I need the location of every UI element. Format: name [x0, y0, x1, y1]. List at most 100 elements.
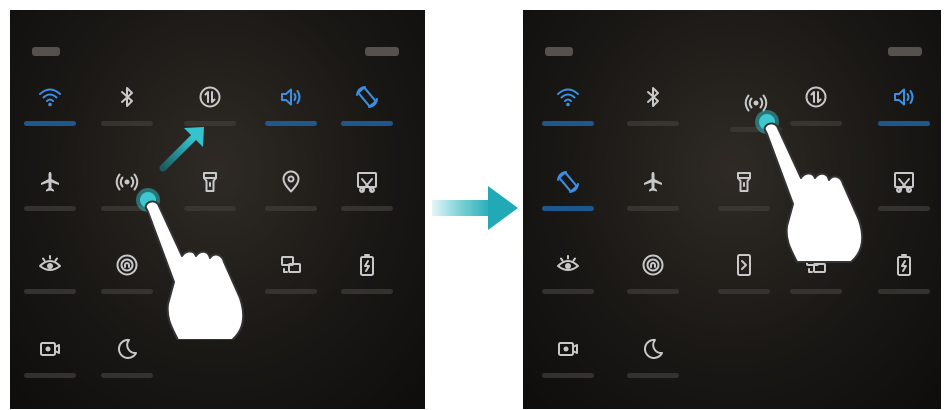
- tile-label-placeholder: [542, 289, 594, 294]
- mobile-data-icon: [198, 85, 222, 109]
- tile-label-placeholder: [24, 121, 76, 126]
- nfc-icon: [641, 253, 665, 277]
- tile-label-placeholder: [542, 121, 594, 126]
- tile-blank[interactable]: [180, 253, 240, 313]
- flashlight-icon: [198, 170, 222, 194]
- power-saving-icon: [892, 253, 916, 277]
- quick-settings-panel-before: [10, 10, 425, 409]
- screenshot-icon: [892, 170, 916, 194]
- tile-label-placeholder: [24, 373, 76, 378]
- tile-label-placeholder: [184, 121, 236, 126]
- screen-projection-icon: [279, 253, 303, 277]
- airplane-icon: [38, 170, 62, 194]
- screen-recorder-icon: [556, 337, 580, 361]
- tile-nfc[interactable]: [623, 253, 683, 313]
- tile-blank[interactable]: [786, 170, 846, 230]
- tile-power-saving[interactable]: [337, 253, 397, 313]
- tile-label-placeholder: [24, 206, 76, 211]
- tile-auto-rotate[interactable]: [337, 85, 397, 145]
- do-not-disturb-icon: [115, 337, 139, 361]
- tile-eye-comfort[interactable]: [20, 253, 80, 313]
- tile-sound[interactable]: [261, 85, 321, 145]
- wifi-icon: [556, 85, 580, 109]
- tile-screenshot[interactable]: [337, 170, 397, 230]
- tile-label-placeholder: [627, 373, 679, 378]
- phone-clone-icon: [732, 253, 756, 277]
- tile-eye-comfort[interactable]: [538, 253, 598, 313]
- tile-flashlight[interactable]: [714, 170, 774, 230]
- tile-sound[interactable]: [874, 85, 934, 145]
- tile-label-placeholder: [341, 206, 393, 211]
- tile-label-placeholder: [718, 289, 770, 294]
- tile-label-placeholder: [790, 289, 842, 294]
- flashlight-icon: [732, 170, 756, 194]
- tile-screenshot[interactable]: [874, 170, 934, 230]
- tile-label-placeholder: [24, 289, 76, 294]
- tile-do-not-disturb[interactable]: [623, 337, 683, 397]
- tile-wifi[interactable]: [20, 85, 80, 145]
- tile-phone-clone[interactable]: [714, 253, 774, 313]
- tile-power-saving[interactable]: [874, 253, 934, 313]
- auto-rotate-icon: [355, 85, 379, 109]
- tile-airplane[interactable]: [20, 170, 80, 230]
- auto-rotate-icon: [556, 170, 580, 194]
- sound-icon: [279, 85, 303, 109]
- tile-label-placeholder: [718, 206, 770, 211]
- tile-label-placeholder: [341, 121, 393, 126]
- tile-hotspot[interactable]: [726, 91, 786, 151]
- tile-screen-recorder[interactable]: [20, 337, 80, 397]
- eye-comfort-icon: [38, 253, 62, 277]
- hotspot-icon: [744, 91, 768, 115]
- tile-label-placeholder: [627, 206, 679, 211]
- airplane-icon: [641, 170, 665, 194]
- tile-label-placeholder: [265, 289, 317, 294]
- tile-wifi[interactable]: [538, 85, 598, 145]
- transition-arrow-icon: [432, 186, 518, 230]
- status-bar-time-placeholder: [545, 47, 573, 56]
- tile-airplane[interactable]: [623, 170, 683, 230]
- nfc-icon: [115, 253, 139, 277]
- tile-label-placeholder: [184, 206, 236, 211]
- sound-icon: [892, 85, 916, 109]
- tile-location[interactable]: [261, 170, 321, 230]
- bluetooth-icon: [641, 85, 665, 109]
- bluetooth-icon: [115, 85, 139, 109]
- tile-screen-projection[interactable]: [786, 253, 846, 313]
- tile-hotspot[interactable]: [97, 170, 157, 230]
- tile-label-placeholder: [341, 289, 393, 294]
- screen-recorder-icon: [38, 337, 62, 361]
- quick-settings-panel-after: [523, 10, 941, 409]
- location-icon: [279, 170, 303, 194]
- tile-label-placeholder: [730, 127, 782, 132]
- tile-auto-rotate[interactable]: [538, 170, 598, 230]
- tile-label-placeholder: [878, 289, 930, 294]
- tile-label-placeholder: [265, 121, 317, 126]
- screenshot-icon: [355, 170, 379, 194]
- tile-nfc[interactable]: [97, 253, 157, 313]
- tile-do-not-disturb[interactable]: [97, 337, 157, 397]
- tile-label-placeholder: [878, 121, 930, 126]
- hotspot-icon: [115, 170, 139, 194]
- tile-bluetooth[interactable]: [97, 85, 157, 145]
- tile-screen-recorder[interactable]: [538, 337, 598, 397]
- eye-comfort-icon: [556, 253, 580, 277]
- status-bar-date-placeholder: [365, 47, 399, 56]
- wifi-icon: [38, 85, 62, 109]
- tile-label-placeholder: [101, 289, 153, 294]
- do-not-disturb-icon: [641, 337, 665, 361]
- tile-screen-projection[interactable]: [261, 253, 321, 313]
- tile-label-placeholder: [627, 289, 679, 294]
- tile-label-placeholder: [542, 373, 594, 378]
- tile-flashlight[interactable]: [180, 170, 240, 230]
- tile-label-placeholder: [542, 206, 594, 211]
- mobile-data-icon: [804, 85, 828, 109]
- screen-projection-icon: [804, 253, 828, 277]
- status-bar-time-placeholder: [32, 47, 60, 56]
- tile-bluetooth[interactable]: [623, 85, 683, 145]
- tile-mobile-data[interactable]: [786, 85, 846, 145]
- tile-label-placeholder: [265, 206, 317, 211]
- tile-mobile-data[interactable]: [180, 85, 240, 145]
- power-saving-icon: [355, 253, 379, 277]
- tile-label-placeholder: [101, 373, 153, 378]
- tile-label-placeholder: [101, 121, 153, 126]
